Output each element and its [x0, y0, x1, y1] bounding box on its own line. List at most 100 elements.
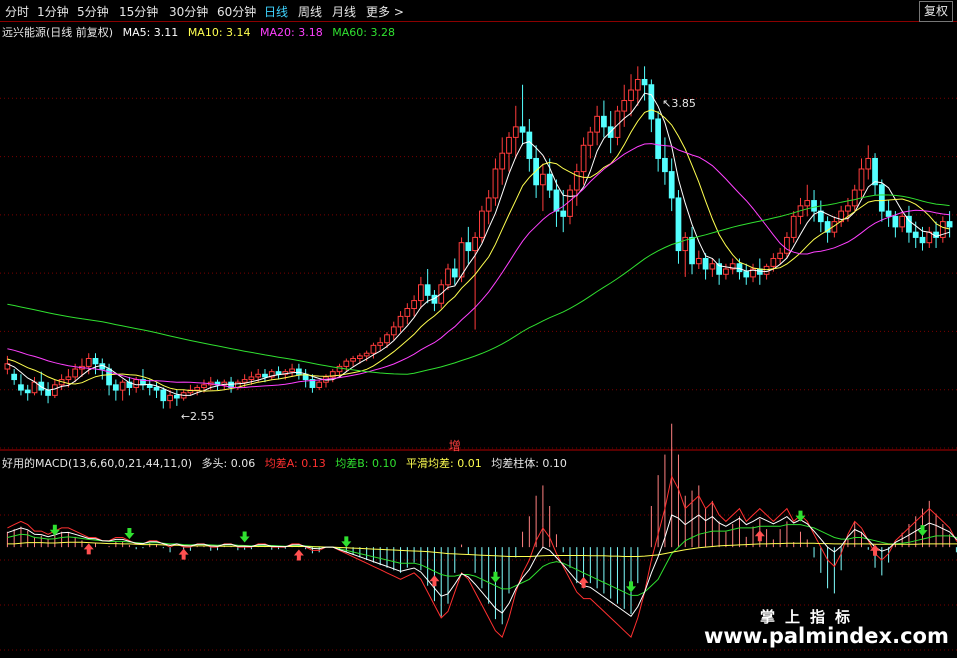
candle-body: [18, 384, 24, 391]
candle-body: [424, 284, 431, 296]
candle-body: [553, 189, 560, 212]
candle-body: [357, 355, 363, 360]
candle-body: [560, 210, 567, 217]
signal-label: 增: [449, 439, 461, 453]
candle-body: [370, 344, 377, 354]
candle-body: [119, 381, 126, 391]
candle-body: [445, 268, 451, 286]
candle-body: [519, 126, 526, 133]
candle-body: [241, 379, 248, 383]
buy-arrow-icon: [83, 543, 94, 555]
candle-body: [567, 189, 573, 217]
candle-body: [51, 384, 58, 396]
candle-body: [621, 100, 628, 112]
candle-body: [695, 257, 702, 265]
candle-body: [492, 168, 499, 199]
candle-body: [31, 381, 38, 394]
candle-body: [804, 200, 811, 207]
candle-body: [336, 365, 343, 373]
candle-body: [289, 368, 295, 373]
candle-body: [845, 205, 851, 212]
candle-body: [784, 236, 790, 254]
candle-body: [885, 210, 892, 217]
candle-body: [255, 373, 262, 378]
candle-body: [790, 215, 797, 238]
candle-body: [418, 284, 424, 302]
candle-body: [390, 326, 397, 336]
candle-body: [458, 242, 465, 278]
candle-body: [587, 131, 594, 146]
buy-arrow-icon: [293, 549, 304, 561]
candle-body: [146, 384, 153, 388]
candle-body: [472, 236, 478, 252]
candle-body: [580, 144, 587, 173]
candle-body: [709, 263, 716, 270]
candle-body: [397, 315, 404, 328]
candle-body: [363, 352, 370, 357]
candle-body: [594, 115, 600, 133]
candle-body: [533, 157, 539, 186]
candle-body: [72, 368, 79, 378]
watermark-line2: www.palmindex.com: [704, 624, 949, 648]
candle-body: [628, 89, 634, 102]
candle-body: [201, 384, 207, 388]
sell-arrow-icon: [626, 581, 637, 593]
candle-body: [770, 257, 777, 267]
candle-body: [662, 157, 668, 173]
candle-body: [194, 386, 201, 391]
candle-body: [45, 389, 51, 396]
candle-body: [655, 118, 662, 159]
buy-arrow-icon: [754, 530, 765, 542]
candle-body: [24, 389, 31, 394]
candle-body: [65, 376, 72, 381]
candle-body: [912, 231, 919, 238]
candle-body: [295, 368, 302, 375]
candle-body: [479, 210, 485, 238]
candle-body: [858, 168, 865, 191]
candle-body: [872, 157, 878, 186]
candle-body: [851, 189, 858, 207]
candle-body: [465, 242, 472, 252]
candle-body: [11, 373, 18, 381]
candle-body: [777, 252, 784, 259]
candle-body: [451, 268, 458, 278]
candle-body: [133, 379, 140, 388]
sell-arrow-icon: [795, 510, 806, 522]
candle-body: [865, 157, 872, 170]
candle-body: [919, 236, 926, 244]
candle-body: [641, 78, 648, 86]
candle-body: [899, 215, 906, 228]
candle-body: [167, 394, 173, 402]
candle-body: [316, 381, 323, 388]
candle-body: [736, 263, 743, 273]
candle-body: [92, 358, 99, 365]
ma20-line: [7, 143, 950, 389]
candle-body: [343, 360, 350, 367]
candle-body: [404, 307, 411, 317]
candle-body: [634, 78, 641, 91]
candle-body: [689, 236, 695, 265]
candle-body: [377, 342, 384, 346]
kline-chart-canvas[interactable]: ↖3.85 ←2.55 增: [0, 0, 957, 658]
candle-body: [512, 126, 519, 138]
high-price-label: ↖3.85: [662, 97, 696, 110]
candle-body: [350, 358, 356, 362]
candle-body: [878, 184, 885, 212]
candle-body: [173, 394, 180, 399]
candle-body: [668, 171, 675, 199]
candle-body: [275, 371, 282, 375]
candle-body: [723, 268, 729, 275]
candle-body: [526, 131, 533, 159]
candle-body: [540, 173, 546, 186]
sell-arrow-icon: [124, 528, 135, 539]
candle-body: [648, 84, 655, 120]
candle-body: [85, 358, 92, 367]
candle-body: [763, 265, 770, 275]
candle-body: [160, 389, 167, 402]
candle-body: [601, 115, 607, 128]
sell-arrow-icon: [239, 531, 250, 543]
sell-arrow-icon: [490, 571, 501, 583]
buy-arrow-icon: [178, 548, 189, 560]
candle-body: [702, 257, 709, 270]
candle-body: [817, 210, 824, 223]
